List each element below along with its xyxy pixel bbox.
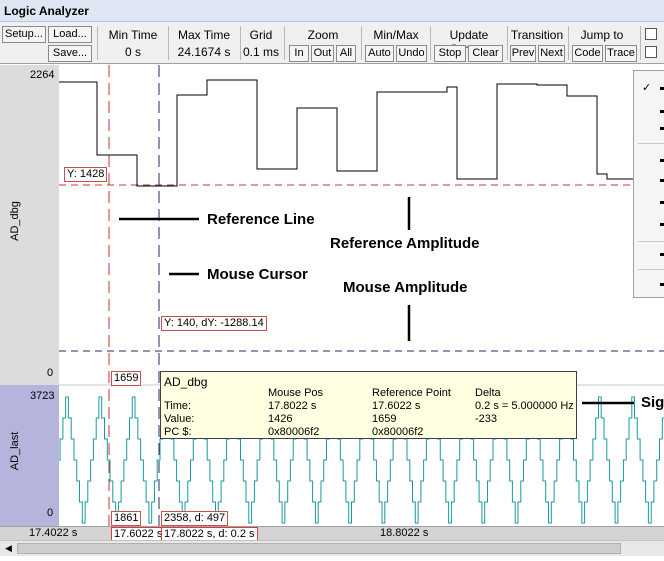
menu-separator [638, 269, 664, 270]
menu-item[interactable] [660, 223, 664, 226]
signal-max-value: 2264 [30, 69, 55, 81]
toolbar-separator [168, 26, 169, 60]
min-time-value: 0 s [124, 45, 141, 59]
transition-next-button[interactable]: Next [538, 45, 565, 62]
zoom-out-button[interactable]: Out [311, 45, 334, 62]
signal-panel-ad-dbg[interactable]: 2264 AD_dbg 0 [0, 65, 59, 385]
annotation-signal: Sig [641, 394, 664, 411]
menu-item[interactable] [660, 110, 664, 113]
menu-separator [638, 241, 664, 242]
tooltip-mouse-pc: 0x80006f2 [268, 426, 320, 438]
tooltip-delta-value: -233 [475, 413, 498, 425]
minmax-title: Min/Max [373, 28, 419, 42]
tooltip-mouse-value: 1426 [268, 413, 293, 425]
tooltip-row-label: PC $: [164, 426, 192, 438]
zoom-all-button[interactable]: All [336, 45, 356, 62]
time-axis-mid: 18.8022 s [380, 527, 429, 539]
toolbar-separator [240, 26, 241, 60]
jump-trace-button[interactable]: Trace [605, 45, 637, 62]
signal-max-value: 3723 [30, 390, 55, 402]
tooltip-header-mouse: Mouse Pos [268, 387, 324, 399]
option-checkbox[interactable] [645, 46, 657, 58]
mouse-value-lower-label: 2358, d: 497 [161, 511, 229, 526]
reference-value-lower-label: 1861 [111, 511, 142, 526]
check-icon: ✓ [642, 82, 652, 94]
zoom-title: Zoom [307, 28, 339, 42]
stop-button[interactable]: Stop [434, 45, 466, 62]
signal-name: AD_dbg [9, 201, 21, 241]
toolbar-separator [640, 26, 641, 60]
menu-item[interactable] [660, 283, 664, 286]
menu-item[interactable] [660, 179, 664, 182]
tooltip-reference-pc: 0x80006f2 [372, 426, 424, 438]
tooltip-delta-time: 0.2 s = 5.000000 Hz [475, 400, 574, 412]
tooltip-row-label: Value: [164, 413, 195, 425]
menu-item[interactable] [660, 127, 664, 130]
signal-panel-ad-last[interactable]: 3723 AD_last 0 [0, 385, 59, 526]
time-axis-start: 17.4022 s [29, 527, 78, 539]
min-time-title: Min Time [108, 28, 158, 42]
grid-value: 0.1 ms [242, 45, 279, 59]
waveform-ad-dbg [59, 79, 664, 187]
reference-value-label: 1659 [111, 371, 142, 386]
menu-item[interactable] [660, 159, 664, 162]
transition-prev-button[interactable]: Prev [510, 45, 536, 62]
annotation-mouse-amplitude: Mouse Amplitude [343, 279, 468, 296]
setup-button[interactable]: Setup... [2, 26, 46, 43]
minmax-auto-button[interactable]: Auto [365, 45, 394, 62]
signal-min-value: 0 [47, 367, 54, 379]
tooltip-header-delta: Delta [475, 387, 501, 399]
transition-title: Transition [510, 28, 564, 42]
tooltip-header-reference: Reference Point [372, 387, 451, 399]
jump-to-title: Jump to [580, 28, 624, 42]
measurement-tooltip: AD_dbg Mouse Pos Reference Point Delta T… [160, 371, 577, 439]
load-button[interactable]: Load... [48, 26, 92, 43]
time-axis: 17.4022 s 17.6022 s 17.8022 s, d: 0.2 s … [0, 526, 664, 542]
signal-name: AD_last [9, 431, 21, 471]
annotation-reference-amplitude: Reference Amplitude [330, 235, 480, 252]
horizontal-scrollbar[interactable]: ◀ [0, 540, 664, 556]
menu-item[interactable] [660, 253, 664, 256]
scrollbar-thumb[interactable] [17, 543, 621, 554]
toolbar-separator [361, 26, 362, 60]
mouse-y-label: Y: 140, dY: -1288.14 [161, 316, 267, 331]
save-button[interactable]: Save... [48, 45, 92, 62]
reference-y-label: Y: 1428 [64, 167, 108, 182]
tooltip-reference-value: 1659 [372, 413, 397, 425]
minmax-undo-button[interactable]: Undo [396, 45, 427, 62]
jump-code-button[interactable]: Code [572, 45, 603, 62]
scroll-left-arrow-icon[interactable]: ◀ [2, 542, 15, 555]
signal-min-value: 0 [47, 507, 54, 519]
menu-item[interactable] [660, 201, 664, 204]
annotation-mouse-cursor: Mouse Cursor [207, 266, 308, 283]
annotation-reference-line: Reference Line [207, 211, 315, 228]
clear-button[interactable]: Clear [468, 45, 503, 62]
menu-separator [638, 143, 664, 144]
window-title: Logic Analyzer [0, 0, 664, 22]
toolbar-separator [97, 26, 98, 60]
option-checkbox[interactable] [645, 28, 657, 40]
tooltip-row-label: Time: [164, 400, 192, 412]
grid-title: Grid [249, 28, 273, 42]
toolbar-separator [284, 26, 285, 60]
menu-item[interactable] [660, 87, 664, 90]
toolbar: Setup... Load... Save... Min Time 0 s Ma… [0, 22, 664, 64]
tooltip-reference-time: 17.6022 s [372, 400, 421, 412]
tooltip-signal-name: AD_dbg [164, 375, 208, 389]
max-time-title: Max Time [177, 28, 230, 42]
max-time-value: 24.1674 s [177, 45, 231, 59]
context-menu[interactable]: ✓ [633, 70, 664, 298]
tooltip-mouse-time: 17.8022 s [268, 400, 317, 412]
zoom-in-button[interactable]: In [289, 45, 309, 62]
